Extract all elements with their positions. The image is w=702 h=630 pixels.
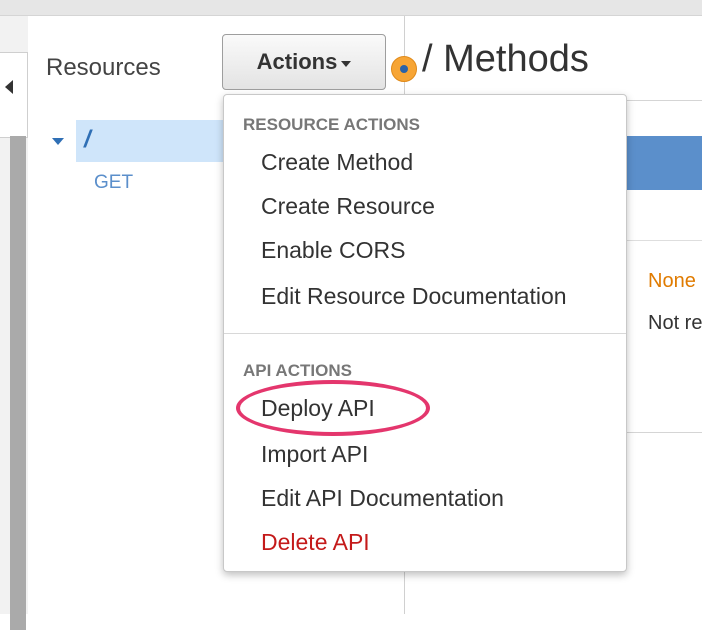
status-dot-center	[400, 65, 408, 73]
menu-separator	[224, 333, 626, 334]
actions-dropdown-menu: RESOURCE ACTIONS Create Method Create Re…	[223, 94, 627, 572]
left-rail	[0, 16, 28, 630]
api-actions-heading: API ACTIONS	[243, 361, 352, 380]
api-key-value: Not re	[648, 312, 702, 334]
menu-item-edit-api-documentation[interactable]: Edit API Documentation	[261, 485, 504, 512]
authorization-value: None	[648, 270, 696, 292]
resource-root[interactable]: /	[84, 126, 91, 154]
collapse-panel-tab[interactable]	[0, 52, 28, 138]
chevron-left-icon[interactable]	[5, 80, 13, 94]
menu-item-create-method[interactable]: Create Method	[261, 149, 413, 176]
scrollbar[interactable]	[10, 136, 26, 630]
menu-item-deploy-api[interactable]: Deploy API	[261, 395, 375, 422]
menu-item-create-resource[interactable]: Create Resource	[261, 193, 435, 220]
top-bar	[0, 0, 702, 16]
caret-down-icon	[341, 60, 352, 67]
tree-root-row[interactable]	[76, 120, 236, 162]
caret-down-icon[interactable]	[52, 138, 64, 145]
menu-item-delete-api[interactable]: Delete API	[261, 529, 370, 556]
resources-header: Resources	[46, 54, 161, 81]
actions-button-label: Actions	[256, 49, 338, 74]
menu-item-edit-resource-documentation[interactable]: Edit Resource Documentation	[261, 283, 567, 310]
actions-button[interactable]: Actions	[222, 34, 386, 90]
method-get[interactable]: GET	[94, 172, 133, 194]
divider	[627, 432, 702, 433]
menu-item-import-api[interactable]: Import API	[261, 441, 368, 468]
status-dot-icon	[391, 56, 417, 82]
menu-item-enable-cors[interactable]: Enable CORS	[261, 237, 405, 264]
resource-actions-heading: RESOURCE ACTIONS	[243, 115, 420, 134]
page-title: / Methods	[422, 38, 589, 80]
